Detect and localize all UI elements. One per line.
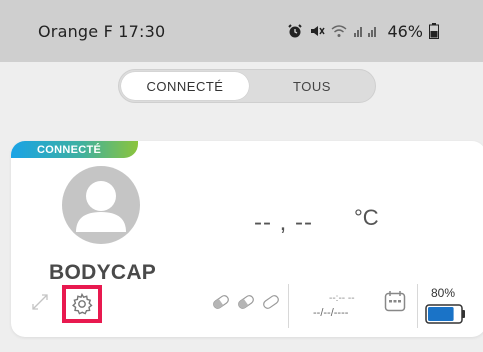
- tab-connecte[interactable]: CONNECTÉ: [121, 72, 249, 100]
- battery-icon: [429, 23, 439, 39]
- battery-percent-status: 46%: [387, 21, 423, 41]
- battery-icon: [425, 304, 465, 324]
- filter-toggle: CONNECTÉ TOUS: [118, 69, 376, 103]
- temperature-value: -- , --: [254, 209, 313, 236]
- last-measure-date: --/--/----: [313, 307, 349, 319]
- calendar-icon[interactable]: [383, 289, 407, 313]
- status-icons: 46%: [287, 22, 439, 41]
- divider: [417, 284, 418, 328]
- signal-icon: [354, 27, 377, 37]
- pill-icon: [263, 295, 279, 309]
- mute-icon: [311, 26, 326, 36]
- status-bar: Orange F 17:30 46%: [0, 0, 483, 62]
- gear-icon: [72, 292, 93, 315]
- divider: [288, 284, 289, 328]
- avatar: [62, 166, 140, 244]
- tab-tous[interactable]: TOUS: [249, 72, 375, 100]
- avatar-icon: [76, 181, 126, 232]
- pill-icon: [238, 295, 254, 309]
- alarm-icon: [288, 24, 303, 38]
- device-card[interactable]: CONNECTÉ BODYCAP -- , -- °C --:-- -- --/…: [11, 141, 483, 337]
- sensor-battery-percent: 80%: [431, 286, 456, 300]
- pill-icon: [213, 295, 229, 309]
- wifi-icon: [331, 25, 347, 37]
- last-measure-time: --:-- --: [329, 293, 355, 304]
- carrier-time: Orange F 17:30: [38, 21, 166, 41]
- pill-indicators: [210, 295, 282, 309]
- battery-fill: [428, 307, 454, 321]
- device-name: BODYCAP: [49, 261, 157, 284]
- expand-icon[interactable]: [31, 293, 49, 311]
- settings-button[interactable]: [62, 285, 102, 323]
- connected-badge: CONNECTÉ: [11, 141, 138, 158]
- temperature-unit: °C: [354, 205, 379, 230]
